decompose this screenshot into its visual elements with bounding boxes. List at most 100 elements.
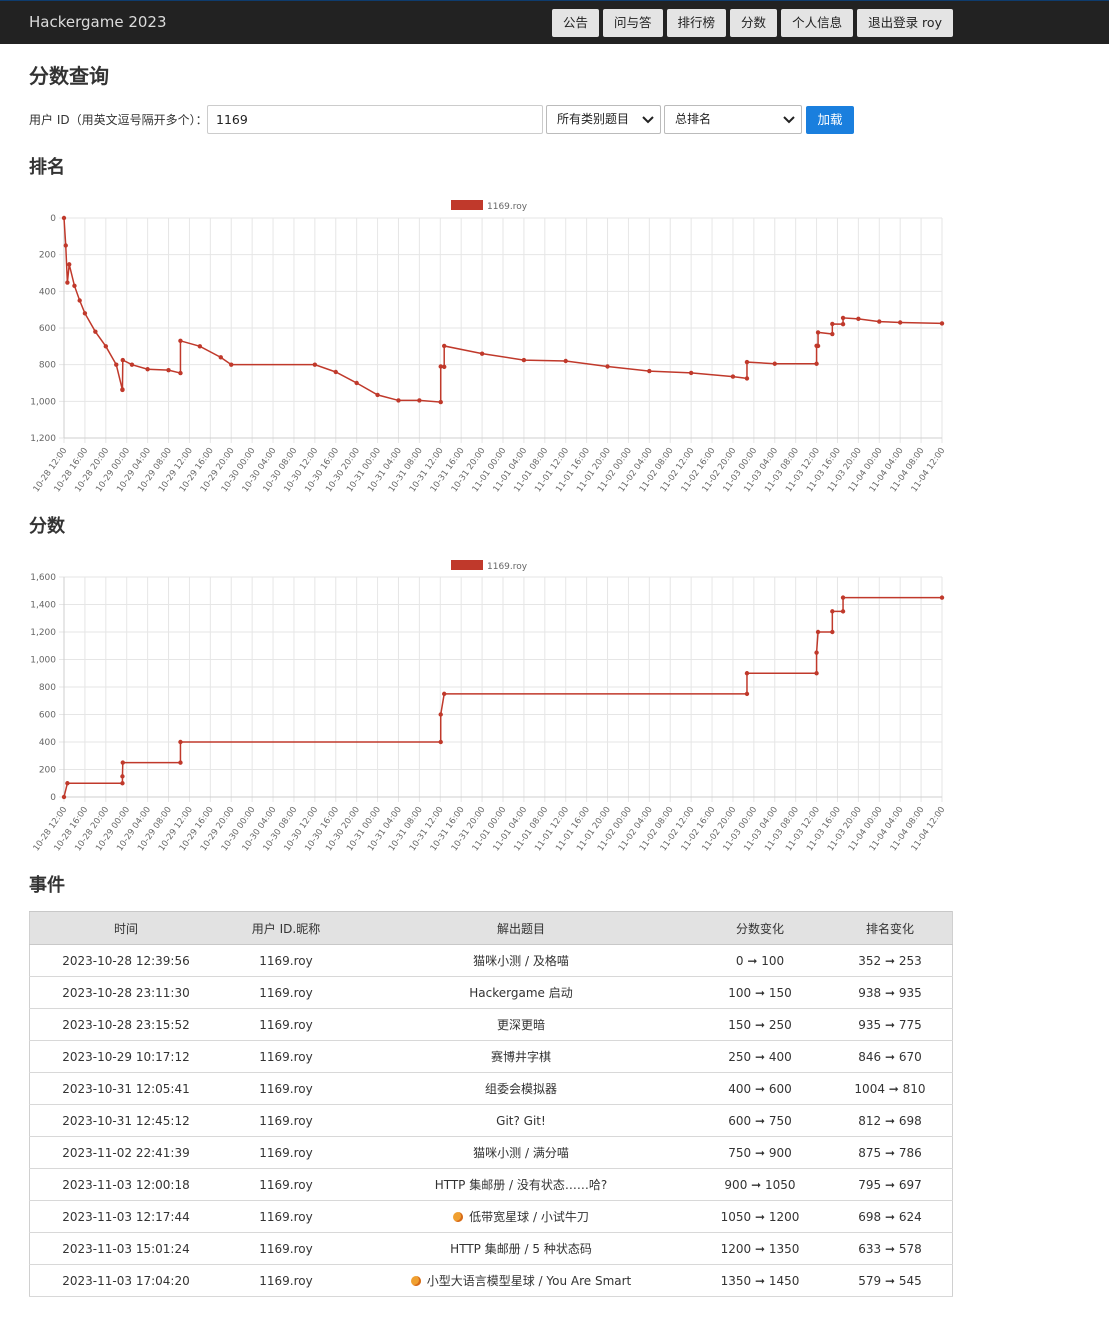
event-challenge: HTTP 集邮册 / 没有状态……哈?	[350, 1168, 692, 1201]
event-time: 2023-10-31 12:45:12	[29, 1104, 222, 1137]
nav-announcements-button[interactable]: 公告	[552, 9, 600, 37]
nav-qa-button[interactable]: 问与答	[603, 9, 663, 37]
data-point	[856, 316, 861, 322]
event-time: 2023-11-03 12:17:44	[29, 1200, 222, 1233]
event-rank-change-text: 812 ➞ 698	[858, 1113, 922, 1128]
data-point	[442, 343, 447, 349]
data-point	[103, 344, 109, 349]
data-point	[744, 691, 750, 697]
event-rank-change-text: 633 ➞ 578	[858, 1241, 922, 1256]
event-time-text: 2023-11-03 12:17:44	[62, 1209, 190, 1224]
event-user-text: 1169.roy	[259, 953, 313, 968]
y-tick-label: 200	[39, 251, 56, 261]
data-point	[815, 330, 821, 335]
event-score-change: 1050 ➞ 1200	[692, 1200, 828, 1233]
event-time: 2023-10-29 10:17:12	[29, 1040, 222, 1073]
event-rank-change-text: 846 ➞ 670	[858, 1049, 922, 1064]
user-id-label: 用户 ID（用英文逗号隔开多个）：	[29, 113, 208, 127]
nav-logout-button[interactable]: 退出登录 roy	[857, 9, 953, 37]
event-rank-change-text: 938 ➞ 935	[858, 985, 922, 1000]
event-score-change: 1350 ➞ 1450	[692, 1264, 828, 1297]
event-rank-change-text: 1004 ➞ 810	[854, 1081, 926, 1096]
y-tick-label: 600	[39, 324, 56, 334]
data-point	[814, 361, 819, 366]
event-time-text: 2023-10-29 10:17:12	[62, 1049, 190, 1064]
page-title: 分数查询	[29, 64, 109, 88]
event-time: 2023-11-03 12:00:18	[29, 1168, 222, 1201]
event-user-text: 1169.roy	[259, 1177, 313, 1192]
event-user-text: 1169.roy	[259, 1049, 313, 1064]
data-point	[114, 362, 119, 367]
data-point	[197, 344, 203, 349]
event-score-change-text: 0 ➞ 100	[735, 953, 785, 968]
event-time: 2023-11-02 22:41:39	[29, 1136, 222, 1169]
data-point	[605, 364, 610, 369]
data-point	[61, 215, 67, 221]
event-user: 1169.roy	[222, 1008, 350, 1041]
event-challenge: 更深更暗	[350, 1008, 692, 1041]
planet-icon	[410, 1276, 421, 1286]
event-time-text: 2023-10-28 23:11:30	[62, 985, 190, 1000]
event-user: 1169.roy	[222, 1232, 350, 1265]
planet-icon	[453, 1212, 464, 1222]
data-point	[417, 398, 422, 403]
event-rank-change: 846 ➞ 670	[828, 1040, 953, 1073]
event-user-text: 1169.roy	[259, 1081, 313, 1096]
table-row: 2023-10-29 10:17:12 1169.roy 赛博井字棋 250 ➞ 40…	[29, 1040, 953, 1073]
nav-leaderboard-button[interactable]: 排行榜	[666, 9, 727, 37]
rank-select[interactable]: 总排名	[664, 105, 802, 134]
event-challenge: 低带宽星球 / 小试牛刀	[350, 1200, 692, 1233]
y-tick-label: 1,400	[30, 601, 56, 611]
data-point	[120, 357, 125, 363]
y-tick-label: 1,200	[30, 434, 56, 444]
event-rank-change: 812 ➞ 698	[828, 1104, 953, 1137]
event-score-change-text: 750 ➞ 900	[728, 1145, 792, 1160]
data-point	[354, 380, 359, 386]
event-user: 1169.roy	[222, 1264, 350, 1297]
data-point	[67, 262, 72, 267]
event-user-text: 1169.roy	[259, 1209, 313, 1224]
event-challenge-text: Git? Git!	[496, 1113, 546, 1128]
chevron-down-icon	[783, 116, 795, 124]
event-challenge-text: 更深更暗	[496, 1018, 545, 1032]
nav-score-button[interactable]: 分数	[730, 9, 778, 37]
rank-chart: 02004006008001,0001,20010-28 12:0010-28 …	[30, 200, 947, 494]
load-button[interactable]: 加载	[806, 106, 854, 134]
data-point	[178, 338, 183, 344]
data-point	[830, 629, 835, 635]
event-rank-change: 698 ➞ 624	[828, 1200, 953, 1233]
data-point	[897, 320, 903, 325]
user-id-input[interactable]	[207, 105, 543, 134]
table-row: 2023-10-31 12:05:41 1169.roy 组委会模拟器 400 ➞ 6…	[29, 1072, 953, 1105]
category-select[interactable]: 所有类别题目	[546, 105, 661, 134]
y-tick-label: 1,200	[30, 628, 56, 638]
data-point	[744, 376, 750, 381]
event-user: 1169.roy	[222, 1104, 350, 1137]
event-score-change-text: 1350 ➞ 1450	[720, 1273, 800, 1288]
event-score-change-text: 250 ➞ 400	[728, 1049, 792, 1064]
y-tick-label: 800	[39, 361, 56, 371]
nav-profile-button[interactable]: 个人信息	[781, 9, 854, 37]
data-point	[730, 374, 736, 379]
event-rank-change-text: 795 ➞ 697	[858, 1177, 922, 1192]
data-point	[815, 629, 821, 635]
event-challenge: 赛博井字棋	[350, 1040, 692, 1073]
nav-buttons: 公告 问与答 排行榜 分数 个人信息 退出登录 roy	[552, 9, 957, 37]
data-point	[840, 321, 846, 327]
events-section-title: 事件	[29, 875, 65, 896]
event-user-text: 1169.roy	[259, 1113, 313, 1128]
table-row: 2023-11-03 12:00:18 1169.roy HTTP 集邮册 / 没有…	[29, 1168, 953, 1201]
event-time-text: 2023-11-03 17:04:20	[62, 1273, 190, 1288]
data-point	[688, 370, 694, 376]
event-time: 2023-10-28 23:15:52	[29, 1008, 222, 1041]
data-point	[442, 691, 447, 697]
site-brand[interactable]: Hackergame 2023	[29, 13, 167, 31]
event-score-change-text: 600 ➞ 750	[728, 1113, 792, 1128]
score-chart: 02004006008001,0001,2001,4001,60010-28 1…	[30, 560, 947, 853]
event-rank-change-text: 875 ➞ 786	[858, 1145, 922, 1160]
event-rank-change: 633 ➞ 578	[828, 1232, 953, 1265]
data-point	[77, 298, 82, 303]
event-challenge: 猫咪小测 / 及格喵	[350, 944, 692, 977]
table-row: 2023-10-28 12:39:56 1169.roy 猫咪小测 / 及格喵 0 ➞…	[29, 944, 953, 977]
legend-label: 1169.roy	[487, 562, 528, 572]
